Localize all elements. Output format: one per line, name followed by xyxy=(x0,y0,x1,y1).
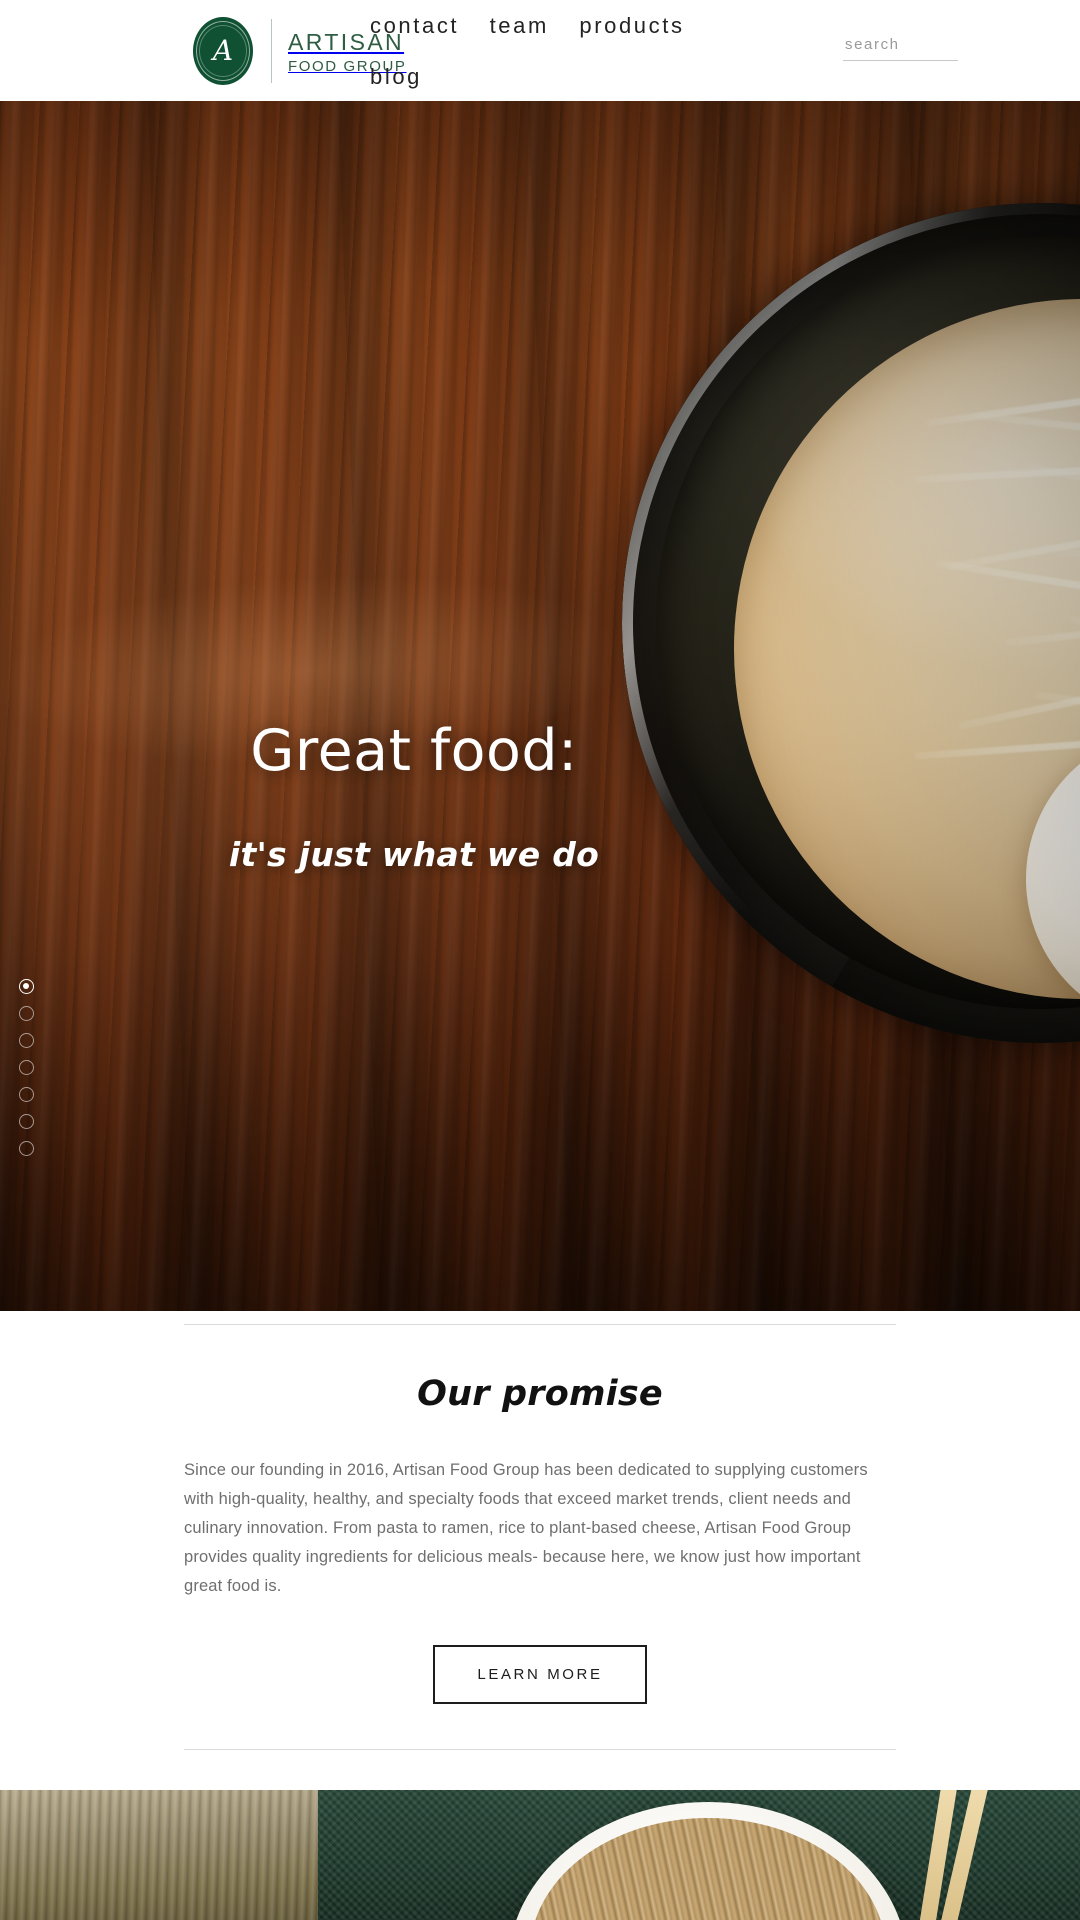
hero-title: Great food: xyxy=(250,718,578,784)
slider-pagination-dots xyxy=(19,979,34,1156)
nav-row-primary: contact team products xyxy=(370,14,790,38)
logo-monogram: A xyxy=(212,33,234,67)
slider-dot-3[interactable] xyxy=(19,1033,34,1048)
hero-slider: Great food: it's just what we do xyxy=(0,101,1080,1311)
slider-dot-6[interactable] xyxy=(19,1114,34,1129)
artisan-seal-icon: A xyxy=(193,17,253,85)
strip-wooden-board xyxy=(0,1790,318,1920)
nav-item-blog[interactable]: blog xyxy=(370,65,422,88)
nav-row-secondary: blog xyxy=(370,65,790,89)
search-input[interactable] xyxy=(843,36,958,61)
site-header: A ARTISAN FOOD GROUP contact team produc… xyxy=(0,0,1080,101)
promise-body-text: Since our founding in 2016, Artisan Food… xyxy=(184,1461,868,1595)
nav-item-contact[interactable]: contact xyxy=(370,14,459,37)
hero-subtitle: it's just what we do xyxy=(228,834,600,874)
bottom-image-strip xyxy=(0,1790,1080,1920)
promise-inner: Our promise Since our founding in 2016, … xyxy=(184,1311,896,1750)
nav-item-products[interactable]: products xyxy=(579,14,684,37)
promise-title: Our promise xyxy=(417,1374,663,1414)
slider-dot-2[interactable] xyxy=(19,1006,34,1021)
promise-divider-bottom xyxy=(184,1749,896,1750)
slider-dot-5[interactable] xyxy=(19,1087,34,1102)
brand-divider xyxy=(271,19,272,83)
slider-dot-1[interactable] xyxy=(19,979,34,994)
slider-dot-7[interactable] xyxy=(19,1141,34,1156)
learn-more-wrapper: LEARN MORE xyxy=(184,1645,896,1704)
main-navigation: contact team products blog xyxy=(370,14,790,89)
slider-dot-4[interactable] xyxy=(19,1060,34,1075)
search-container xyxy=(843,36,958,61)
nav-item-team[interactable]: team xyxy=(490,14,549,37)
hero-copy: Great food: it's just what we do xyxy=(0,718,828,874)
our-promise-section: Our promise Since our founding in 2016, … xyxy=(0,1311,1080,1750)
hero-shade-overlay xyxy=(0,101,1080,1311)
learn-more-button[interactable]: LEARN MORE xyxy=(433,1645,647,1704)
promise-divider-top xyxy=(184,1324,896,1325)
